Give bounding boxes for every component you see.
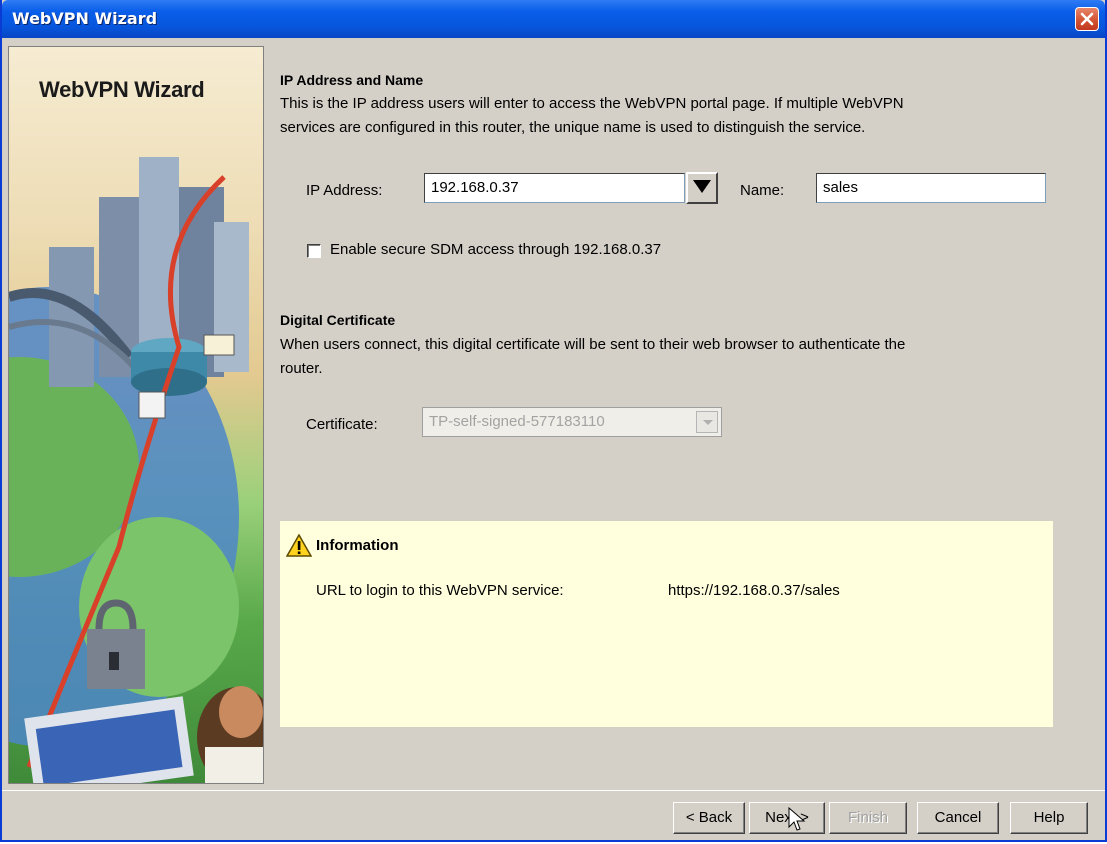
chevron-down-icon [703, 420, 713, 425]
ip-description-line1: This is the IP address users will enter … [280, 95, 904, 112]
back-button[interactable]: < Back [673, 802, 745, 834]
help-button[interactable]: Help [1010, 802, 1088, 834]
url-label: URL to login to this WebVPN service: [316, 582, 564, 599]
ip-address-label: IP Address: [306, 182, 383, 199]
cert-section-heading: Digital Certificate [280, 312, 396, 328]
cert-description-line2: router. [280, 360, 323, 377]
ip-description-line2: services are configured in this router, … [280, 119, 866, 136]
name-label: Name: [740, 182, 785, 199]
secure-sdm-checkbox-label[interactable]: Enable secure SDM access through 192.168… [330, 241, 661, 258]
name-input[interactable]: sales [816, 173, 1046, 203]
window-title: WebVPN Wizard [12, 9, 158, 28]
ip-address-combobox[interactable]: 192.168.0.37 [424, 173, 685, 203]
wizard-window: WebVPN Wizard WebVPN Wizard IP Address a… [0, 0, 1107, 842]
certificate-label: Certificate: [306, 416, 378, 433]
ip-address-dropdown-button[interactable] [686, 172, 718, 204]
side-title: WebVPN Wizard [39, 77, 205, 102]
url-value: https://192.168.0.37/sales [668, 582, 840, 599]
secure-sdm-checkbox[interactable] [307, 244, 321, 258]
warning-icon [286, 534, 312, 557]
certificate-select: TP-self-signed-577183110 [422, 407, 722, 437]
wizard-illustration: WebVPN Wizard [8, 46, 264, 784]
network-illustration [9, 157, 263, 783]
cancel-button[interactable]: Cancel [917, 802, 999, 834]
finish-button: Finish [829, 802, 907, 834]
mouse-cursor-icon [788, 807, 806, 831]
title-bar[interactable]: WebVPN Wizard [2, 0, 1105, 38]
next-button[interactable]: Next > [749, 802, 825, 834]
triangle-down-icon [693, 180, 711, 193]
information-panel: Information URL to login to this WebVPN … [280, 521, 1053, 727]
certificate-select-arrow [696, 411, 718, 433]
cert-description-line1: When users connect, this digital certifi… [280, 336, 906, 353]
ip-section-heading: IP Address and Name [280, 72, 424, 88]
information-title: Information [316, 537, 399, 554]
certificate-value: TP-self-signed-577183110 [429, 413, 605, 430]
close-icon [1080, 12, 1094, 26]
close-button[interactable] [1075, 7, 1099, 31]
